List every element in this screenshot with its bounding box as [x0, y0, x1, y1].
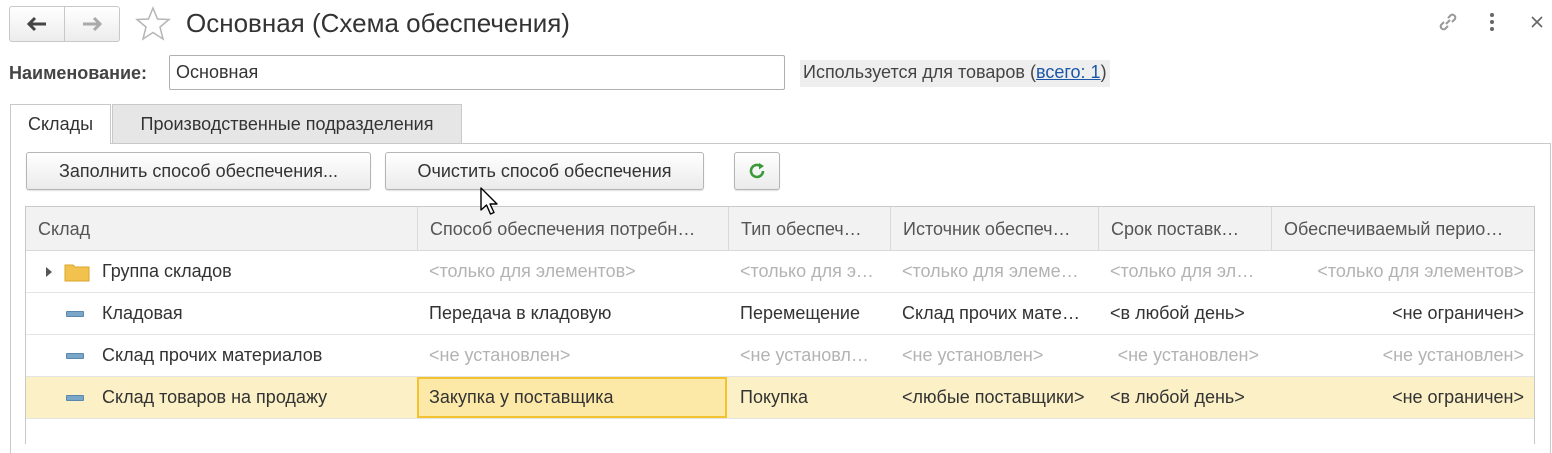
method-cell: <не установлен>: [429, 345, 571, 365]
warehouse-cell: Склад прочих материалов: [26, 335, 417, 376]
tab-warehouses[interactable]: Склады: [10, 104, 111, 144]
window-title: Основная (Схема обеспечения): [186, 8, 570, 38]
type-cell: <не установлен>: [740, 345, 878, 365]
term-cell: <не установлен>: [1117, 345, 1259, 365]
mouse-cursor-icon: [480, 187, 498, 215]
forward-arrow-icon: [83, 16, 103, 32]
warehouse-name: Склад прочих материалов: [102, 345, 323, 365]
column-header-period[interactable]: Обеспечиваемый перио…: [1271, 207, 1534, 251]
term-cell: <в любой день>: [1110, 303, 1245, 323]
name-input[interactable]: [169, 55, 785, 90]
method-cell: <только для элементов>: [429, 261, 636, 281]
warehouse-name: Кладовая: [102, 303, 183, 323]
back-button[interactable]: [10, 7, 64, 41]
expand-triangle-icon[interactable]: [44, 266, 54, 278]
type-cell: Перемещение: [740, 303, 860, 323]
navigation-buttons: [9, 6, 120, 42]
period-cell: <не ограничен>: [1392, 303, 1524, 323]
refresh-button[interactable]: [734, 152, 780, 190]
table-row[interactable]: Кладовая Передача в кладовую Перемещение…: [26, 293, 1534, 335]
forward-button[interactable]: [64, 7, 119, 41]
warehouse-name: Группа складов: [102, 261, 232, 281]
refresh-icon: [749, 163, 765, 179]
name-label: Наименование:: [9, 63, 148, 83]
column-header-method[interactable]: Способ обеспечения потребн…: [417, 207, 728, 251]
table-row-selected[interactable]: Склад товаров на продажу Закупка у поста…: [26, 377, 1534, 419]
more-actions-button[interactable]: [1478, 8, 1506, 36]
favorite-star-button[interactable]: [135, 6, 171, 42]
source-cell: <только для элементов>: [902, 261, 1086, 281]
used-for-prefix: Используется для товаров (: [803, 62, 1036, 82]
period-cell: <только для элементов>: [1317, 261, 1524, 281]
used-for-info: Используется для товаров (всего: 1): [800, 60, 1110, 87]
table-header: Склад Способ обеспечения потребн… Тип об…: [26, 207, 1534, 251]
warehouse-cell: Группа складов: [26, 251, 417, 292]
close-button[interactable]: [1523, 8, 1551, 36]
item-marker-icon: [66, 352, 84, 359]
link-button[interactable]: [1434, 8, 1462, 36]
source-cell: <не установлен>: [902, 345, 1044, 365]
type-cell: Покупка: [740, 387, 809, 407]
warehouse-cell: Кладовая: [26, 293, 417, 334]
column-header-term[interactable]: Срок поставк…: [1098, 207, 1271, 251]
fill-method-button[interactable]: Заполнить способ обеспечения...: [26, 152, 371, 190]
folder-icon: [64, 264, 90, 281]
warehouse-cell: Склад товаров на продажу: [26, 377, 417, 418]
item-marker-icon: [66, 310, 84, 317]
link-icon: [1439, 13, 1457, 31]
table-row[interactable]: Группа складов <только для элементов> <т…: [26, 251, 1534, 293]
close-icon: [1531, 16, 1543, 28]
used-for-count-link[interactable]: всего: 1: [1036, 62, 1101, 82]
period-cell: <не установлен>: [1382, 345, 1524, 365]
term-cell: <в любой день>: [1110, 387, 1245, 407]
favorite-star-icon: [135, 6, 171, 41]
table-row[interactable]: Склад прочих материалов <не установлен> …: [26, 335, 1534, 377]
source-cell: Склад прочих материалов: [902, 303, 1086, 323]
method-cell-focused[interactable]: Закупка у поставщика: [417, 377, 727, 418]
back-arrow-icon: [26, 16, 46, 32]
column-header-source[interactable]: Источник обеспеч…: [890, 207, 1098, 251]
more-vertical-icon: [1490, 13, 1494, 31]
warehouse-name: Склад товаров на продажу: [102, 387, 328, 407]
source-cell: <любые поставщики>: [902, 387, 1085, 407]
term-cell: <только для элементов>: [1110, 261, 1259, 281]
tab-production-departments[interactable]: Производственные подразделения: [112, 104, 462, 144]
period-cell: <не ограничен>: [1392, 387, 1524, 407]
item-marker-icon: [66, 394, 84, 401]
column-header-warehouse[interactable]: Склад: [26, 207, 417, 251]
warehouses-table: Склад Способ обеспечения потребн… Тип об…: [25, 206, 1535, 444]
type-cell: <только для элементов>: [740, 261, 878, 281]
used-for-suffix: ): [1100, 62, 1107, 82]
clear-method-button[interactable]: Очистить способ обеспечения: [385, 152, 704, 190]
method-cell: Передача в кладовую: [429, 303, 612, 323]
column-header-type[interactable]: Тип обеспеч…: [728, 207, 890, 251]
